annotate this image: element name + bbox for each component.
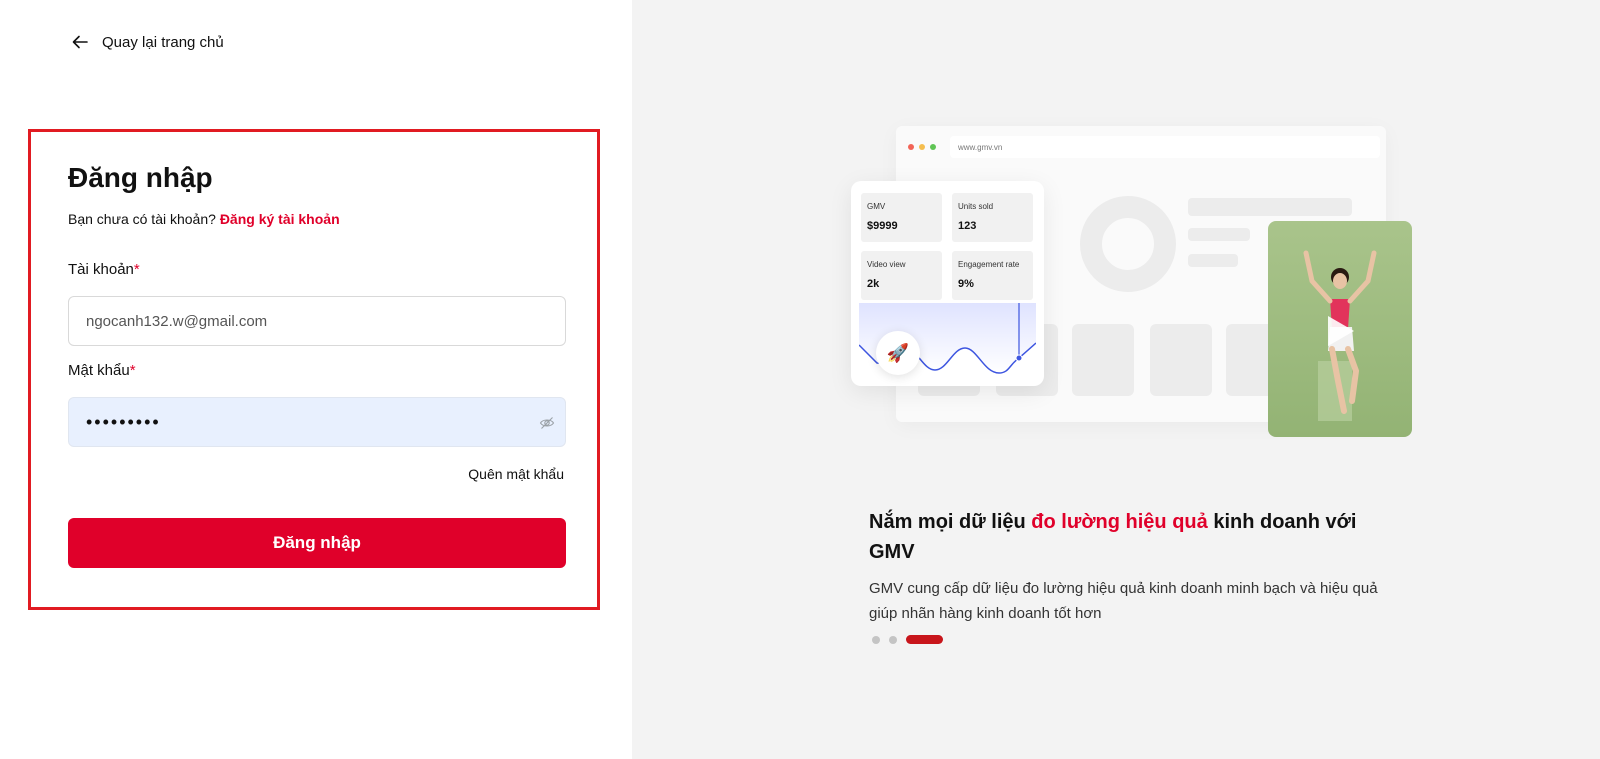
video-thumbnail[interactable] [1268, 221, 1412, 437]
stat-label: Units sold [958, 202, 994, 211]
play-icon[interactable] [1328, 316, 1354, 346]
login-button[interactable]: Đăng nhập [68, 518, 566, 568]
headline-text: Nắm mọi dữ liệu [869, 511, 1032, 533]
stat-gmv: GMV $9999 [861, 193, 942, 242]
login-panel: Quay lại trang chủ Đăng nhập Bạn chưa có… [0, 0, 632, 759]
arrow-left-icon [72, 35, 88, 49]
register-prompt: Bạn chưa có tài khoản? Đăng ký tài khoản [68, 211, 340, 227]
stats-card: GMV $9999 Units sold 123 Video view 2k E… [851, 181, 1044, 386]
login-title: Đăng nhập [68, 162, 213, 193]
stat-units-sold: Units sold 123 [952, 193, 1033, 242]
stat-value: 2k [867, 278, 880, 290]
carousel-pagination [872, 635, 943, 644]
stat-label: Engagement rate [958, 260, 1020, 269]
text-placeholder [1188, 198, 1352, 216]
back-link-label: Quay lại trang chủ [102, 33, 224, 51]
maximize-dot [930, 144, 936, 150]
no-account-text: Bạn chưa có tài khoản? [68, 211, 216, 227]
stat-value: 123 [958, 220, 977, 232]
close-dot [908, 144, 914, 150]
stat-value: 9% [958, 278, 974, 290]
password-label: Mật khẩu* [68, 362, 136, 379]
carousel-dot[interactable] [889, 635, 897, 644]
required-mark: * [133, 261, 140, 278]
forgot-password-link[interactable]: Quên mật khẩu [468, 466, 564, 482]
stat-engagement-rate: Engagement rate 9% [952, 251, 1033, 300]
headline-highlight: đo lường hiệu quả [1031, 511, 1208, 533]
donut-placeholder [1080, 196, 1176, 292]
register-link[interactable]: Đăng ký tài khoản [220, 211, 340, 227]
username-value: ngocanh132.w@gmail.com [86, 312, 268, 330]
password-value: ••••••••• [86, 411, 161, 432]
login-form: Đăng nhập Bạn chưa có tài khoản? Đăng ký… [28, 129, 600, 610]
eye-off-icon[interactable] [539, 415, 555, 431]
promo-description: GMV cung cấp dữ liệu đo lường hiệu quả k… [869, 580, 1378, 622]
tile-placeholder [1150, 324, 1212, 396]
username-label-text: Tài khoản [68, 261, 134, 278]
promo-headline: Nắm mọi dữ liệu đo lường hiệu quả kinh d… [869, 507, 1389, 567]
tile-placeholder [1072, 324, 1134, 396]
stat-label: GMV [867, 202, 886, 211]
promo-panel: www.gmv.vn GMV $9999 Units sold 123 Vide… [632, 0, 1600, 759]
username-label: Tài khoản* [68, 261, 140, 278]
carousel-dot-active[interactable] [906, 635, 943, 644]
minimize-dot [919, 144, 925, 150]
username-input[interactable]: ngocanh132.w@gmail.com [68, 296, 566, 346]
password-input[interactable]: ••••••••• [68, 397, 566, 447]
stat-value: $9999 [867, 220, 898, 232]
text-placeholder [1188, 228, 1250, 241]
browser-url: www.gmv.vn [950, 136, 1380, 158]
password-label-text: Mật khẩu [68, 362, 130, 379]
rocket-icon: 🚀 [876, 331, 920, 375]
back-to-home-link[interactable]: Quay lại trang chủ [70, 32, 224, 52]
carousel-dot[interactable] [872, 635, 880, 644]
stat-label: Video view [867, 260, 906, 269]
window-controls [908, 144, 936, 150]
text-placeholder [1188, 254, 1238, 267]
required-mark: * [129, 362, 136, 379]
stat-video-view: Video view 2k [861, 251, 942, 300]
